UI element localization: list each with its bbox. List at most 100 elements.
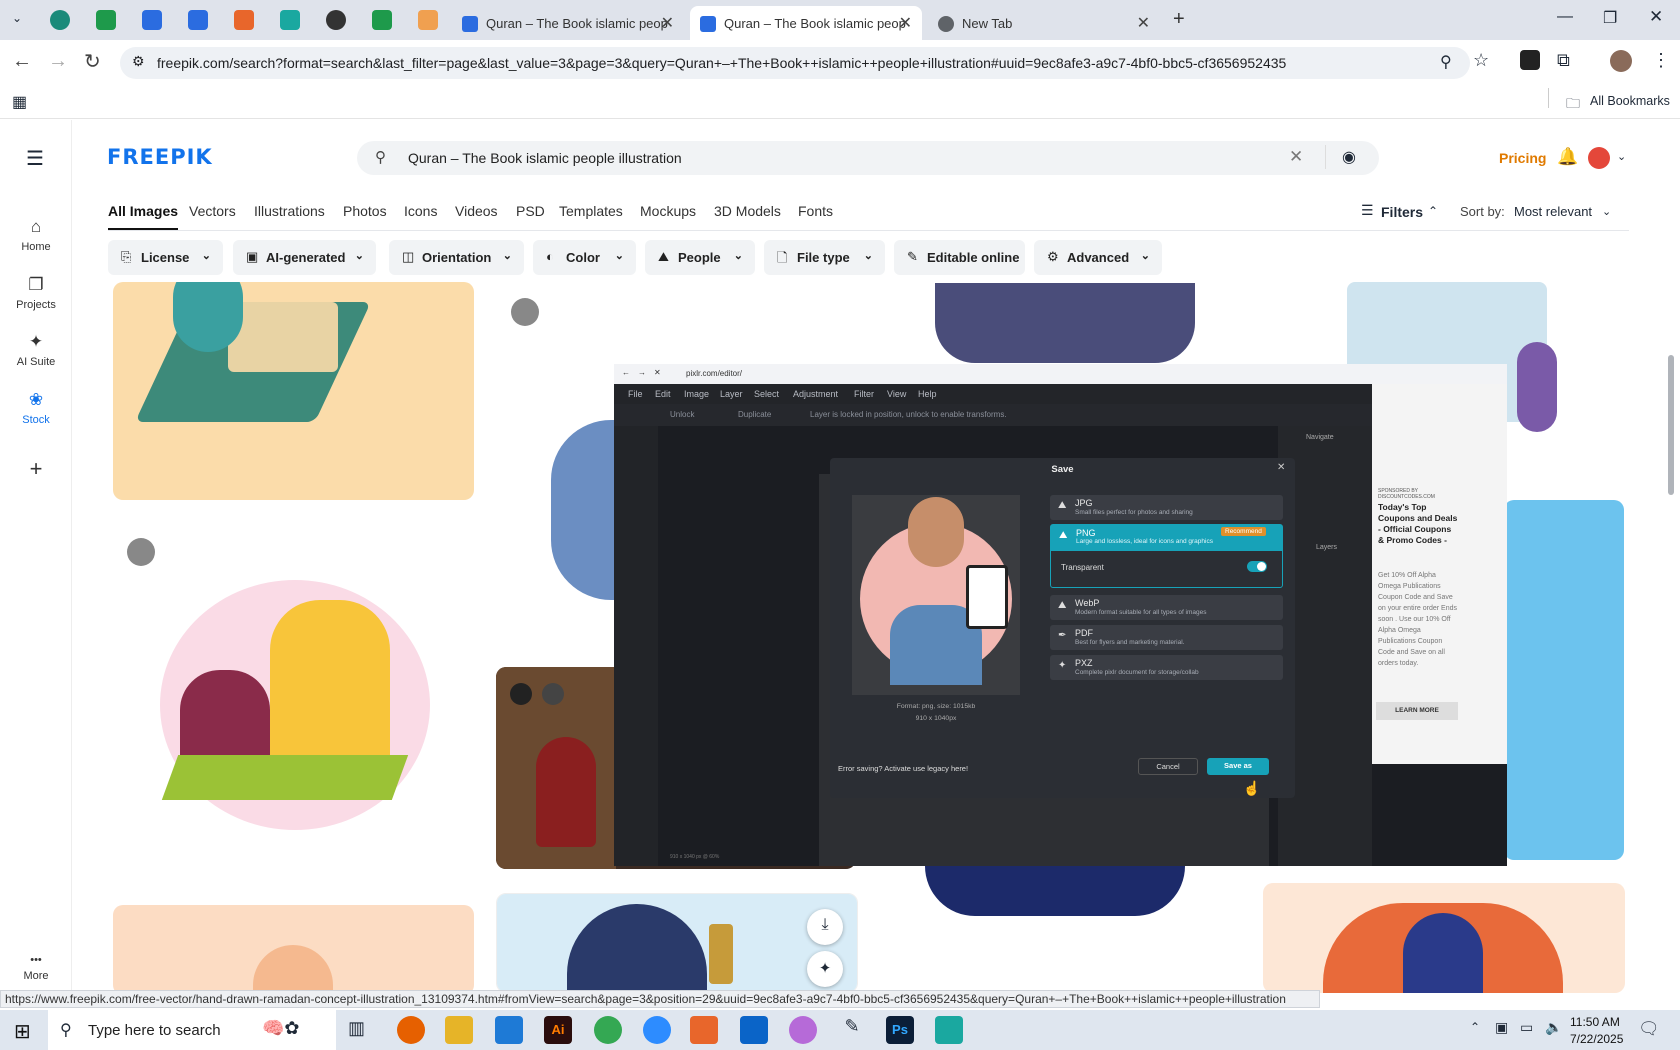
ad-learn-more-button[interactable]: LEARN MORE (1376, 702, 1458, 720)
clear-search-icon[interactable]: ✕ (1289, 147, 1303, 167)
camera-search-icon[interactable]: ◉ (1342, 147, 1356, 167)
filter-orientation[interactable]: ◫ Orientation ⌄ (389, 240, 524, 275)
site-info-icon[interactable]: ⚙ (132, 53, 145, 70)
menu-view[interactable]: View (887, 389, 906, 399)
chrome-icon[interactable] (594, 1016, 622, 1044)
forward-icon[interactable]: → (638, 368, 646, 377)
transparent-toggle[interactable] (1247, 561, 1267, 572)
tab-photos[interactable]: Photos (343, 203, 387, 219)
tab-search-icon[interactable]: ⌄ (12, 11, 22, 25)
tab-new-tab[interactable]: New Tab ✕ (928, 6, 1160, 40)
sort-select[interactable]: Most relevant (1514, 204, 1592, 219)
chevron-down-icon[interactable]: ⌄ (1617, 150, 1626, 163)
menu-filter[interactable]: Filter (854, 389, 874, 399)
format-pdf[interactable]: ✒ PDF Best for flyers and marketing materi… (1050, 625, 1283, 650)
file-explorer-icon[interactable] (445, 1016, 473, 1044)
photos-icon[interactable] (789, 1016, 817, 1044)
pricing-link[interactable]: Pricing (1499, 150, 1546, 166)
duplicate-button[interactable]: Duplicate (738, 410, 771, 419)
menu-help[interactable]: Help (918, 389, 937, 399)
menu-layer[interactable]: Layer (720, 389, 743, 399)
format-pxz[interactable]: ✦ PXZ Complete pixlr document for storage/… (1050, 655, 1283, 680)
filters-toggle[interactable]: Filters (1381, 204, 1423, 220)
save-as-button[interactable]: Save as (1207, 758, 1269, 775)
app-icon[interactable] (935, 1016, 963, 1044)
menu-adjustment[interactable]: Adjustment (793, 389, 838, 399)
menu-file[interactable]: File (628, 389, 643, 399)
pixlr-url[interactable]: pixlr.com/editor/ (686, 369, 742, 378)
filter-license[interactable]: ⎘ License ⌄ (108, 240, 223, 275)
tray-app-icon[interactable]: ▣ (1495, 1019, 1508, 1036)
menu-select[interactable]: Select (754, 389, 779, 399)
close-tab-icon[interactable]: ✕ (661, 13, 674, 33)
stop-icon[interactable]: ✕ (654, 368, 661, 377)
filter-advanced[interactable]: ⚙ Advanced ⌄ (1034, 240, 1162, 275)
network-icon[interactable]: ▭ (1520, 1019, 1533, 1036)
app-tab-icon[interactable] (280, 10, 300, 30)
zoom-icon[interactable]: ⚲ (1440, 52, 1452, 72)
pinned-tab-icon[interactable] (50, 10, 70, 30)
new-tab-icon[interactable]: + (1173, 8, 1185, 31)
result-card[interactable] (1504, 500, 1624, 860)
tab-icons[interactable]: Icons (404, 203, 437, 219)
result-card[interactable] (113, 282, 474, 500)
all-bookmarks[interactable]: All Bookmarks (1590, 94, 1670, 108)
menu-kebab-icon[interactable]: ⋮ (1652, 50, 1670, 71)
sheets-tab-icon[interactable] (96, 10, 116, 30)
reload-icon[interactable]: ↻ (84, 49, 101, 74)
pixlr-ad-panel[interactable]: SPONSORED BY DISCOUNTCODES.COM Today's T… (1372, 384, 1507, 764)
restore-icon[interactable]: ❐ (1603, 8, 1617, 28)
download-icon[interactable]: ⤓ (807, 909, 843, 945)
tab-quran-2[interactable]: Quran – The Book islamic peop ✕ (690, 6, 922, 40)
tab-3d-models[interactable]: 3D Models (714, 203, 781, 219)
app-tab-icon[interactable] (418, 10, 438, 30)
clock-time[interactable]: 11:50 AM (1570, 1015, 1620, 1029)
windows-start-icon[interactable]: ⊞ (14, 1019, 31, 1044)
illustrator-icon[interactable]: Ai (544, 1016, 572, 1044)
docs-tab-icon[interactable] (142, 10, 162, 30)
user-avatar[interactable] (1588, 147, 1610, 169)
bookmark-star-icon[interactable]: ☆ (1473, 50, 1489, 71)
tab-all-images[interactable]: All Images (108, 203, 179, 230)
close-window-icon[interactable]: ✕ (1649, 7, 1663, 27)
menu-edit[interactable]: Edit (655, 389, 671, 399)
tab-videos[interactable]: Videos (455, 203, 498, 219)
extensions-puzzle-icon[interactable]: ⧉ (1557, 50, 1570, 71)
page-scrollbar[interactable] (1668, 355, 1674, 495)
extension-icon[interactable] (1520, 50, 1540, 70)
filter-color[interactable]: ◐ Color ⌄ (533, 240, 636, 275)
notifications-bell-icon[interactable]: 🔔 (1557, 147, 1578, 167)
tab-templates[interactable]: Templates (559, 203, 623, 219)
minimize-icon[interactable]: — (1557, 8, 1573, 26)
format-jpg[interactable]: ⛰ JPG Small files perfect for photos and s… (1050, 495, 1283, 520)
profile-avatar[interactable] (1610, 50, 1632, 72)
vscode-icon[interactable] (495, 1016, 523, 1044)
result-card[interactable] (1263, 883, 1625, 993)
tab-mockups[interactable]: Mockups (640, 203, 696, 219)
outlook-icon[interactable] (740, 1016, 768, 1044)
menu-image[interactable]: Image (684, 389, 709, 399)
clock-date[interactable]: 7/22/2025 (1570, 1032, 1623, 1046)
tab-psd[interactable]: PSD (516, 203, 545, 219)
cancel-button[interactable]: Cancel (1138, 758, 1198, 775)
freepik-logo[interactable]: FREEPIK (107, 145, 213, 169)
back-icon[interactable]: ← (622, 368, 630, 377)
ai-edit-icon[interactable]: ✦ (807, 951, 843, 987)
legacy-save-link[interactable]: Error saving? Activate use legacy here! (838, 764, 968, 773)
sidebar-item-projects[interactable]: ❐ Projects (0, 275, 72, 311)
pen-app-icon[interactable]: ✎ (838, 1016, 866, 1044)
sidebar-add-button[interactable]: + (0, 456, 72, 482)
sheets-tab-icon[interactable] (372, 10, 392, 30)
filter-people[interactable]: ⛰ People ⌄ (645, 240, 755, 275)
result-card[interactable] (113, 905, 474, 995)
close-tab-icon[interactable]: ✕ (899, 13, 912, 33)
taskbar-weather-icon[interactable]: 🧠✿ (262, 1018, 322, 1046)
apps-grid-icon[interactable]: ▦ (12, 92, 27, 112)
hamburger-menu-icon[interactable]: ☰ (26, 146, 44, 171)
app-tab-icon[interactable] (234, 10, 254, 30)
xampp-icon[interactable] (690, 1016, 718, 1044)
close-icon[interactable]: ✕ (1277, 462, 1285, 473)
format-png[interactable]: ⛰ PNG Large and lossless, ideal for icon… (1051, 525, 1282, 551)
chevron-up-icon[interactable]: ⌃ (1428, 204, 1438, 218)
format-png-selected[interactable]: ⛰ PNG Large and lossless, ideal for icon… (1050, 524, 1283, 588)
